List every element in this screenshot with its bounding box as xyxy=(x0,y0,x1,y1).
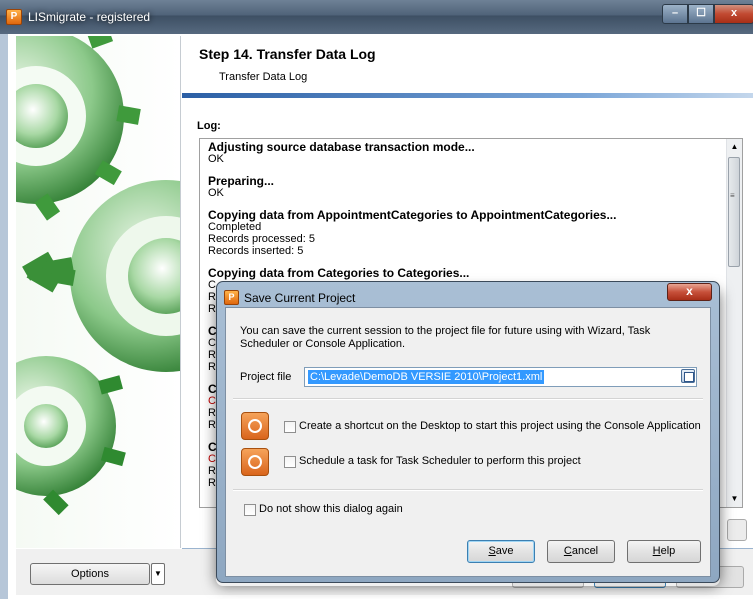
cancel-mnemonic: C xyxy=(563,545,572,557)
dialog-close-button[interactable]: x xyxy=(667,283,712,301)
help-label: elp xyxy=(660,545,676,557)
shortcut-checkbox[interactable] xyxy=(284,421,296,433)
log-label: Log: xyxy=(197,120,221,132)
options-button[interactable]: Options xyxy=(30,563,150,585)
log-line: Records processed: 5 xyxy=(208,233,315,245)
header-band xyxy=(182,93,753,98)
clock-glyph xyxy=(248,455,262,469)
project-file-input[interactable]: C:\Levade\DemoDB VERSIE 2010\Project1.xm… xyxy=(304,367,697,387)
scroll-up-arrow-icon[interactable]: ▲ xyxy=(727,139,742,154)
save-button[interactable]: Save xyxy=(467,540,535,563)
shortcut-label[interactable]: Create a shortcut on the Desktop to star… xyxy=(299,420,701,432)
dialog-description: You can save the current session to the … xyxy=(240,325,651,350)
log-heading: Preparing... xyxy=(208,174,275,188)
options-dropdown-icon[interactable]: ▼ xyxy=(151,563,165,585)
project-file-value: C:\Levade\DemoDB VERSIE 2010\Project1.xm… xyxy=(308,370,545,384)
log-entry: Copying data from AppointmentCategories … xyxy=(208,209,718,257)
schedule-clock-icon xyxy=(241,448,269,476)
schedule-checkbox[interactable] xyxy=(284,456,296,468)
shortcut-gear-icon xyxy=(241,412,269,440)
gear-glyph xyxy=(248,419,262,433)
project-file-label: Project file xyxy=(240,371,292,383)
background-button[interactable] xyxy=(727,519,747,541)
minimize-button[interactable]: – xyxy=(662,4,688,24)
do-not-show-checkbox[interactable] xyxy=(244,504,256,516)
close-window-button[interactable]: x xyxy=(714,4,753,24)
save-mnemonic: S xyxy=(488,545,496,557)
log-line: OK xyxy=(208,153,224,165)
gear-artwork xyxy=(16,36,181,548)
gears-illustration xyxy=(16,36,180,516)
scroll-down-arrow-icon[interactable]: ▼ xyxy=(727,491,742,506)
window-title: LISmigrate - registered xyxy=(28,10,151,24)
log-heading: Copying data from Categories to Categori… xyxy=(208,266,470,280)
help-mnemonic: H xyxy=(652,545,661,557)
save-label: ave xyxy=(495,545,514,557)
log-heading: Copying data from AppointmentCategories … xyxy=(208,208,617,222)
floppy-disk-label xyxy=(684,372,694,382)
schedule-label[interactable]: Schedule a task for Task Scheduler to pe… xyxy=(299,455,581,467)
log-line: Completed xyxy=(208,221,262,233)
log-scrollbar[interactable]: ▲ ≡ ▼ xyxy=(726,139,742,507)
scroll-thumb[interactable] xyxy=(728,157,740,267)
separator xyxy=(233,489,703,491)
step-subtitle: Transfer Data Log xyxy=(219,71,308,83)
maximize-button[interactable]: ☐ xyxy=(688,4,714,24)
cancel-button[interactable]: Cancel xyxy=(547,540,615,563)
dialog-title: Save Current Project xyxy=(244,291,356,305)
separator xyxy=(233,398,703,400)
log-line: OK xyxy=(208,187,224,199)
step-title: Step 14. Transfer Data Log xyxy=(199,46,376,62)
gear-bottom xyxy=(16,356,126,516)
dialog-app-icon: P xyxy=(224,290,239,305)
cancel-label: ancel xyxy=(571,545,599,557)
log-line: Records inserted: 5 xyxy=(208,245,304,257)
scroll-grip-icon: ≡ xyxy=(730,191,735,200)
help-button[interactable]: Help xyxy=(627,540,701,563)
log-heading: Adjusting source database transaction mo… xyxy=(208,140,475,154)
log-entry: Adjusting source database transaction mo… xyxy=(208,141,718,165)
log-entry: Preparing... OK xyxy=(208,175,718,199)
app-logo-icon: P xyxy=(6,9,22,25)
do-not-show-label[interactable]: Do not show this dialog again xyxy=(259,503,403,515)
floppy-disk-icon[interactable] xyxy=(681,369,695,383)
